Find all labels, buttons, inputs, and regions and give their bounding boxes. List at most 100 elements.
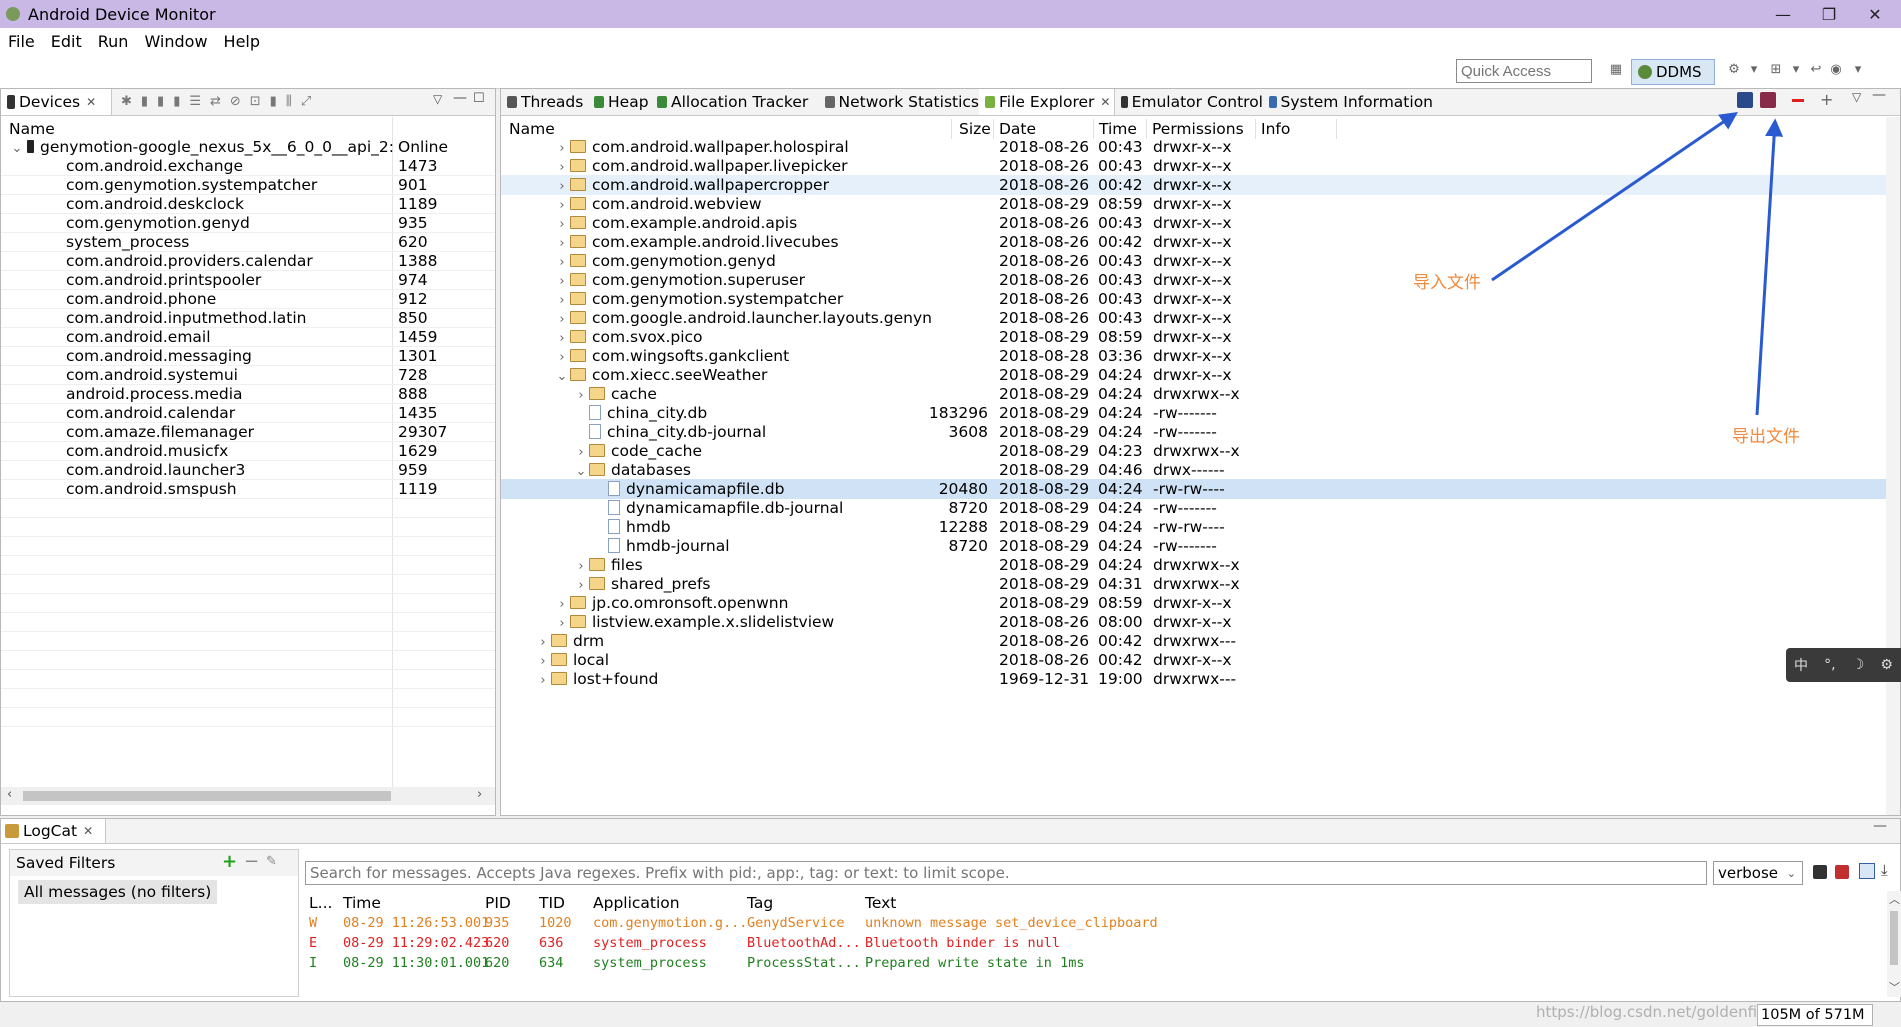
column-time[interactable]: Time — [343, 891, 381, 915]
tab-heap[interactable]: Heap — [588, 89, 651, 115]
folder-row[interactable]: › com.example.android.apis — [554, 214, 797, 232]
add-filter-icon[interactable]: + — [222, 851, 237, 872]
process-row[interactable]: com.android.providers.calendar — [66, 252, 313, 270]
menu-file[interactable]: File — [8, 32, 35, 51]
process-row[interactable]: com.amaze.filemanager — [66, 423, 254, 441]
folder-row[interactable]: › com.svox.pico — [554, 328, 702, 346]
edit-filter-icon[interactable]: ✎ — [266, 854, 277, 869]
folder-row[interactable]: › local — [535, 651, 609, 669]
folder-row[interactable]: › com.genymotion.genyd — [554, 252, 775, 270]
file-row[interactable]: dynamicamapfile.db-journal — [592, 499, 843, 517]
process-row[interactable]: com.android.calendar — [66, 404, 235, 422]
pull-file-icon[interactable] — [1760, 92, 1776, 108]
menu-help[interactable]: Help — [224, 32, 260, 51]
chevron-right-icon[interactable]: › — [554, 255, 570, 270]
minimize-button[interactable]: — — [1760, 0, 1806, 28]
save-log-icon[interactable] — [1813, 865, 1827, 879]
chevron-right-icon[interactable]: › — [573, 445, 589, 460]
process-row[interactable]: com.android.messaging — [66, 347, 252, 365]
chevron-right-icon[interactable]: › — [554, 293, 570, 308]
process-row[interactable]: com.android.printspooler — [66, 271, 261, 289]
device-toolbar-icons[interactable]: ✱▮▮▮☰⇄⊘⊡▮⫼⤢ — [121, 94, 320, 109]
process-row[interactable]: com.android.smspush — [66, 480, 237, 498]
file-row[interactable]: hmdb-journal — [592, 537, 730, 555]
file-row[interactable]: china_city.db-journal — [573, 423, 766, 441]
quick-access-input[interactable] — [1456, 59, 1592, 83]
process-row[interactable]: com.android.launcher3 — [66, 461, 245, 479]
process-row[interactable]: system_process — [66, 233, 189, 251]
menu-run[interactable]: Run — [98, 32, 129, 51]
folder-row[interactable]: › com.genymotion.systempatcher — [554, 290, 843, 308]
folder-row[interactable]: › files — [573, 556, 642, 574]
tab-file-explorer[interactable]: File Explorer ✕ — [979, 89, 1115, 115]
minimize-view-icon[interactable]: — — [453, 90, 467, 106]
tab-emulator-control[interactable]: Emulator Control — [1115, 89, 1263, 115]
logcat-search-input[interactable] — [305, 861, 1707, 885]
chevron-right-icon[interactable]: › — [554, 160, 570, 175]
folder-row[interactable]: › drm — [535, 632, 604, 650]
hierarchy-icon[interactable]: ⊞ — [1768, 62, 1784, 78]
chevron-right-icon[interactable]: › — [554, 597, 570, 612]
chevron-down-icon[interactable]: ⌄ — [573, 464, 589, 479]
folder-row[interactable]: › com.genymotion.superuser — [554, 271, 805, 289]
chevron-right-icon[interactable]: › — [535, 673, 551, 688]
chevron-down-icon[interactable]: ⌄ — [554, 369, 570, 384]
scroll-thumb[interactable] — [23, 791, 391, 801]
maximize-view-icon[interactable]: ☐ — [473, 91, 485, 106]
menu-edit[interactable]: Edit — [51, 32, 82, 51]
scroll-lock-icon[interactable]: ⤓ — [1881, 861, 1888, 879]
chevron-right-icon[interactable]: › — [554, 198, 570, 213]
column-pid[interactable]: PID — [485, 891, 511, 915]
chevron-down-icon[interactable]: ⌄ — [9, 141, 25, 156]
tab-system-information[interactable]: System Information — [1263, 89, 1433, 115]
process-row[interactable]: com.android.exchange — [66, 157, 243, 175]
filter-all-messages[interactable]: All messages (no filters) — [18, 880, 218, 904]
chevron-right-icon[interactable]: › — [554, 236, 570, 251]
clear-log-icon[interactable] — [1835, 865, 1849, 879]
process-row[interactable]: com.genymotion.genyd — [66, 214, 250, 232]
file-row[interactable]: china_city.db — [573, 404, 707, 422]
tab-network-statistics[interactable]: Network Statistics — [819, 89, 979, 115]
heap-status[interactable]: 105M of 571M — [1757, 1004, 1873, 1026]
process-row[interactable]: com.android.musicfx — [66, 442, 228, 460]
tab-logcat[interactable]: LogCat ✕ — [1, 819, 106, 843]
scroll-down-icon[interactable]: ﹀ — [1889, 979, 1900, 995]
close-icon[interactable]: ✕ — [83, 824, 93, 838]
process-row[interactable]: com.android.email — [66, 328, 211, 346]
folder-row[interactable]: › com.android.wallpaper.holospiral — [554, 138, 848, 156]
scroll-thumb[interactable] — [1890, 911, 1898, 965]
vertical-scrollbar[interactable] — [1886, 117, 1900, 815]
process-row[interactable]: com.android.inputmethod.latin — [66, 309, 306, 327]
dropdown-icon[interactable]: ▾ — [1788, 62, 1804, 78]
chevron-right-icon[interactable]: › — [573, 578, 589, 593]
chevron-right-icon[interactable]: › — [573, 559, 589, 574]
process-row[interactable]: com.android.deskclock — [66, 195, 244, 213]
chevron-right-icon[interactable]: › — [573, 388, 589, 403]
debug-icon[interactable]: ⚙ — [1726, 62, 1742, 78]
scroll-left-icon[interactable]: ‹ — [7, 787, 12, 802]
chevron-right-icon[interactable]: › — [554, 350, 570, 365]
folder-row[interactable]: › com.example.android.livecubes — [554, 233, 838, 251]
chevron-right-icon[interactable]: › — [554, 616, 570, 631]
ime-toolbar[interactable]: 中 °, ☽ ⚙ — [1786, 648, 1901, 682]
file-row[interactable]: hmdb — [592, 518, 671, 536]
remove-filter-icon[interactable]: − — [244, 851, 259, 872]
view-menu-icon[interactable]: ▽ — [433, 92, 442, 106]
horizontal-scrollbar[interactable]: ‹ › — [1, 787, 495, 805]
column-info[interactable]: Info — [1261, 117, 1290, 141]
dropdown-icon[interactable]: ▾ — [1850, 62, 1866, 78]
chevron-right-icon[interactable]: › — [554, 331, 570, 346]
chevron-right-icon[interactable]: › — [554, 217, 570, 232]
minimize-view-icon[interactable]: — — [1872, 87, 1886, 103]
process-row[interactable]: com.genymotion.systempatcher — [66, 176, 317, 194]
chevron-right-icon[interactable]: › — [554, 179, 570, 194]
folder-row[interactable]: › cache — [573, 385, 657, 403]
tab-allocation-tracker[interactable]: Allocation Tracker — [651, 89, 819, 115]
chevron-right-icon[interactable]: › — [554, 274, 570, 289]
close-button[interactable]: ✕ — [1852, 0, 1898, 28]
menu-window[interactable]: Window — [144, 32, 207, 51]
scroll-up-icon[interactable]: ︿ — [1889, 891, 1900, 907]
column-name[interactable]: Name — [509, 117, 555, 141]
new-folder-icon[interactable]: + — [1820, 90, 1833, 109]
folder-row[interactable]: › shared_prefs — [573, 575, 710, 593]
